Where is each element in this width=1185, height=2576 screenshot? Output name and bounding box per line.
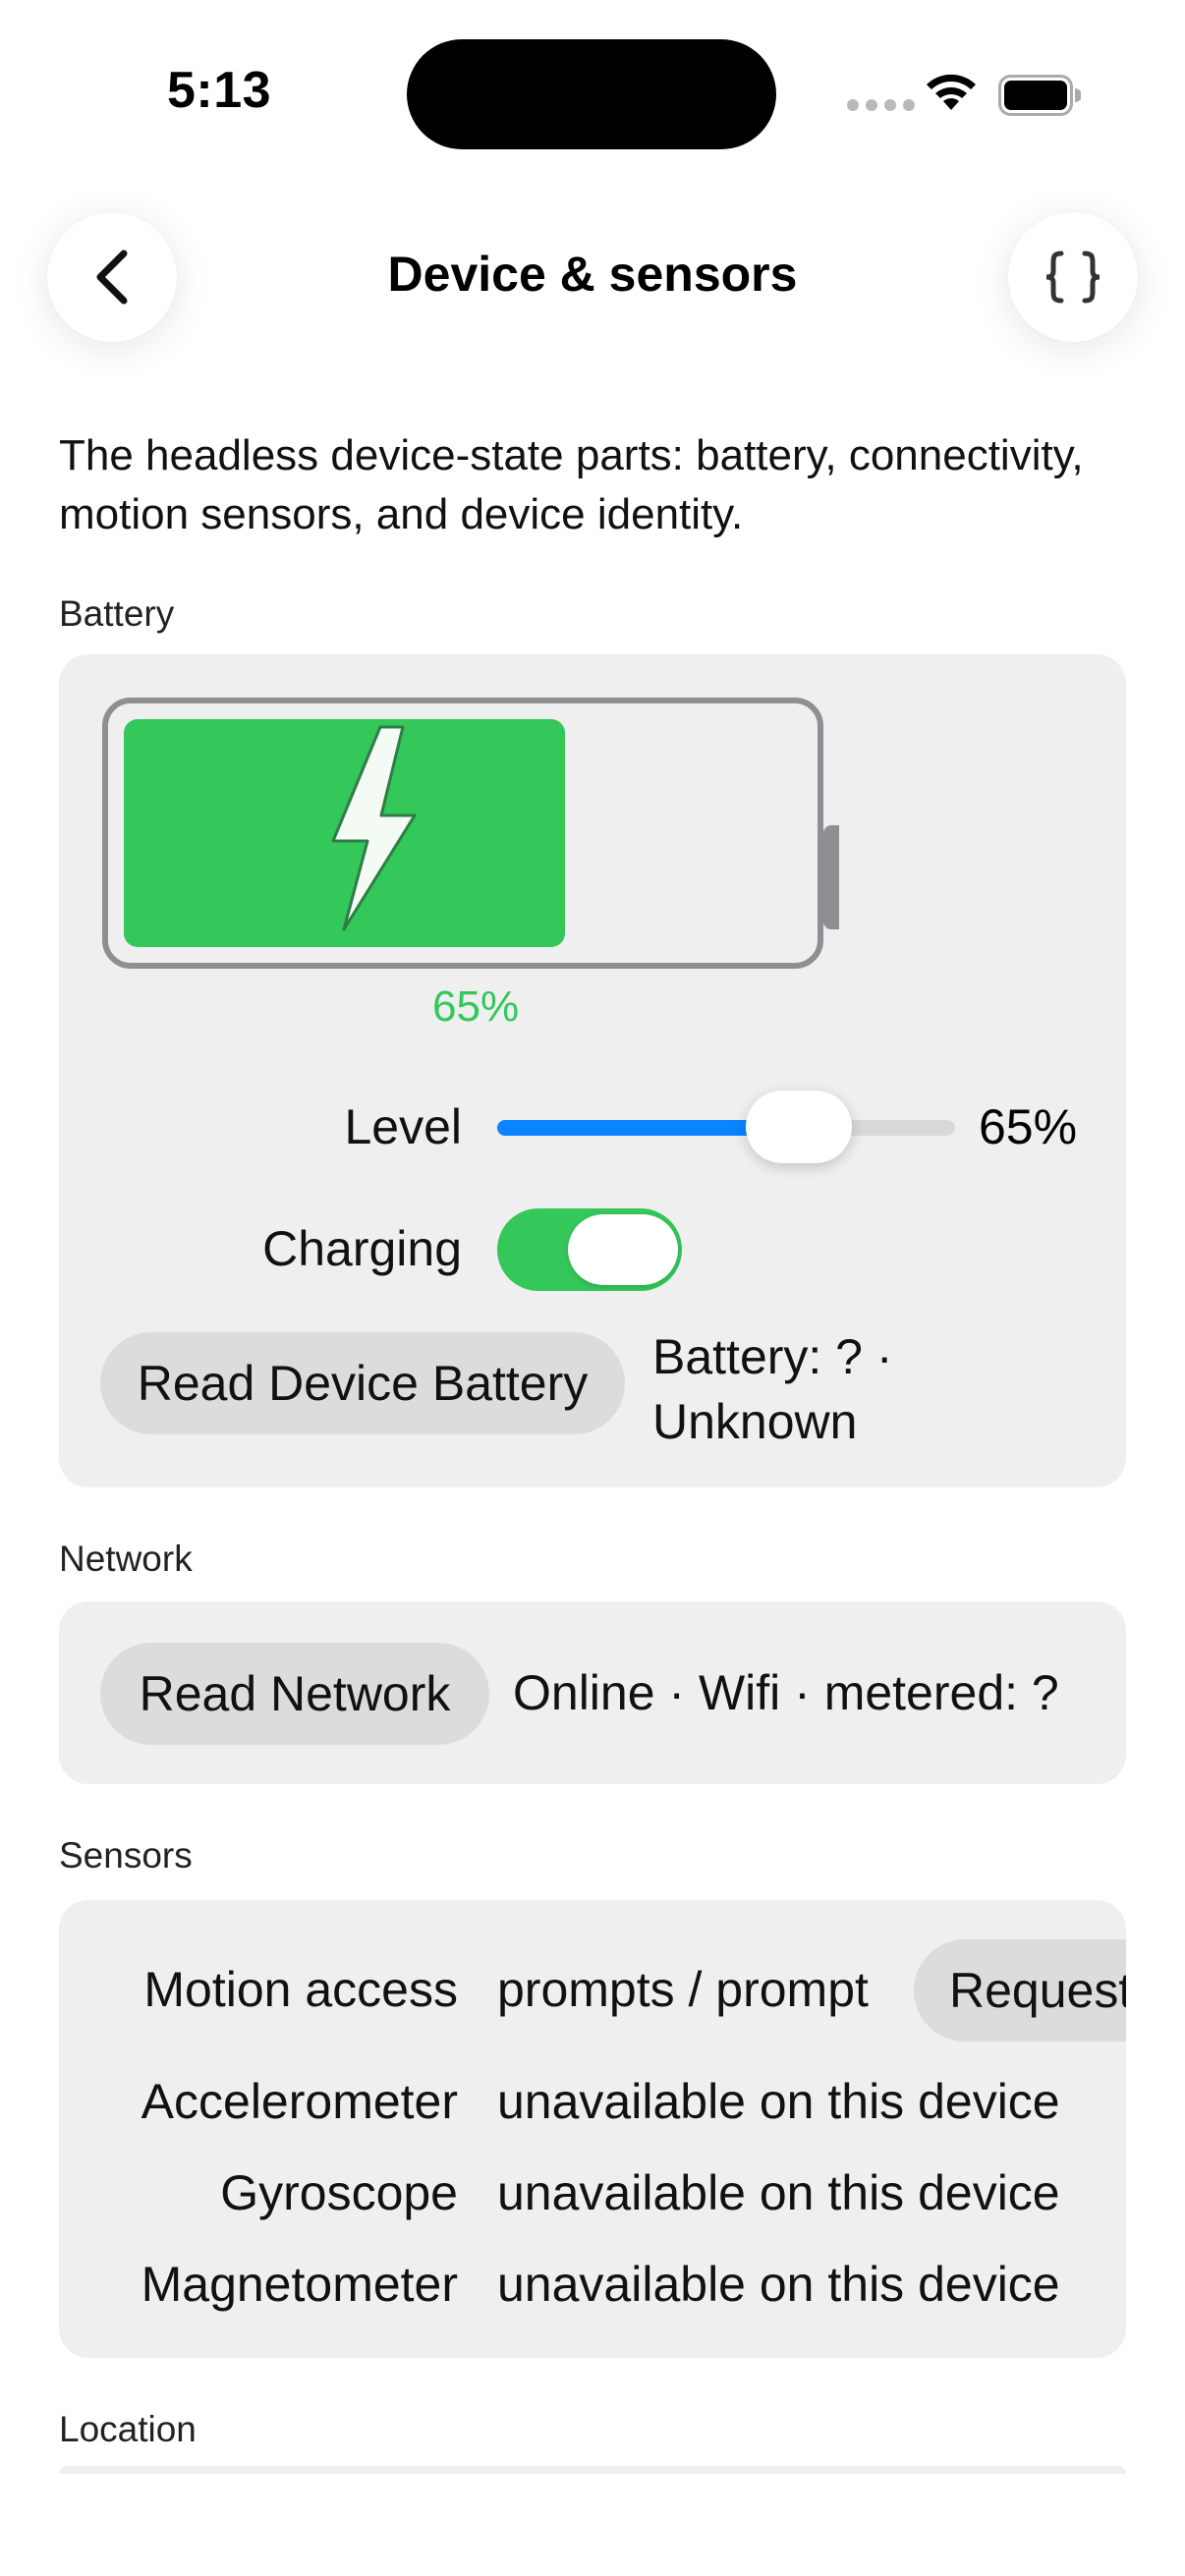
level-slider-thumb[interactable]: [746, 1091, 852, 1163]
gyroscope-label: Gyroscope: [220, 2165, 458, 2220]
dynamic-island: [407, 39, 776, 149]
status-battery-icon: [998, 75, 1081, 116]
battery-status-text: Battery: ? · Unknown: [652, 1329, 893, 1449]
location-section-label: Location: [59, 2409, 197, 2449]
status-time: 5:13: [167, 62, 272, 119]
motion-access-value: prompts / prompt: [497, 1962, 869, 2017]
accelerometer-value: unavailable on this device: [497, 2074, 1060, 2129]
battery-level-graphic: [102, 698, 839, 969]
level-label: Level: [344, 1099, 462, 1154]
request-motion-access-button[interactable]: Request: [914, 1939, 1126, 2042]
level-slider[interactable]: [497, 1120, 955, 1136]
network-status-text: Online · Wifi · metered: ?: [513, 1665, 1059, 1720]
read-device-battery-button[interactable]: Read Device Battery: [100, 1332, 625, 1434]
network-section-label: Network: [59, 1539, 193, 1579]
accelerometer-label: Accelerometer: [141, 2074, 458, 2129]
charging-toggle[interactable]: [497, 1208, 682, 1291]
wifi-icon: [927, 74, 976, 110]
battery-card: 65% Level 65% Charging Read Device Batte…: [59, 654, 1126, 1487]
location-card: [59, 2466, 1126, 2474]
intro-text: The headless device-state parts: battery…: [59, 431, 1084, 538]
network-card: Read Network Online · Wifi · metered: ?: [59, 1601, 1126, 1784]
read-network-button[interactable]: Read Network: [100, 1643, 489, 1745]
level-value: 65%: [979, 1099, 1078, 1154]
sensors-card: Motion access prompts / prompt Request A…: [59, 1900, 1126, 2358]
magnetometer-value: unavailable on this device: [497, 2257, 1060, 2312]
magnetometer-label: Magnetometer: [141, 2257, 458, 2312]
view-source-button[interactable]: [1008, 212, 1138, 342]
motion-access-label: Motion access: [143, 1962, 458, 2017]
gyroscope-value: unavailable on this device: [497, 2165, 1060, 2220]
cellular-signal-icon: [847, 99, 915, 111]
sensors-section-label: Sensors: [59, 1835, 193, 1876]
charging-toggle-knob: [568, 1214, 678, 1285]
curly-braces-icon: [1045, 251, 1100, 304]
charging-label: Charging: [262, 1221, 462, 1276]
battery-percent-label: 65%: [432, 982, 520, 1031]
battery-section-label: Battery: [59, 593, 175, 634]
